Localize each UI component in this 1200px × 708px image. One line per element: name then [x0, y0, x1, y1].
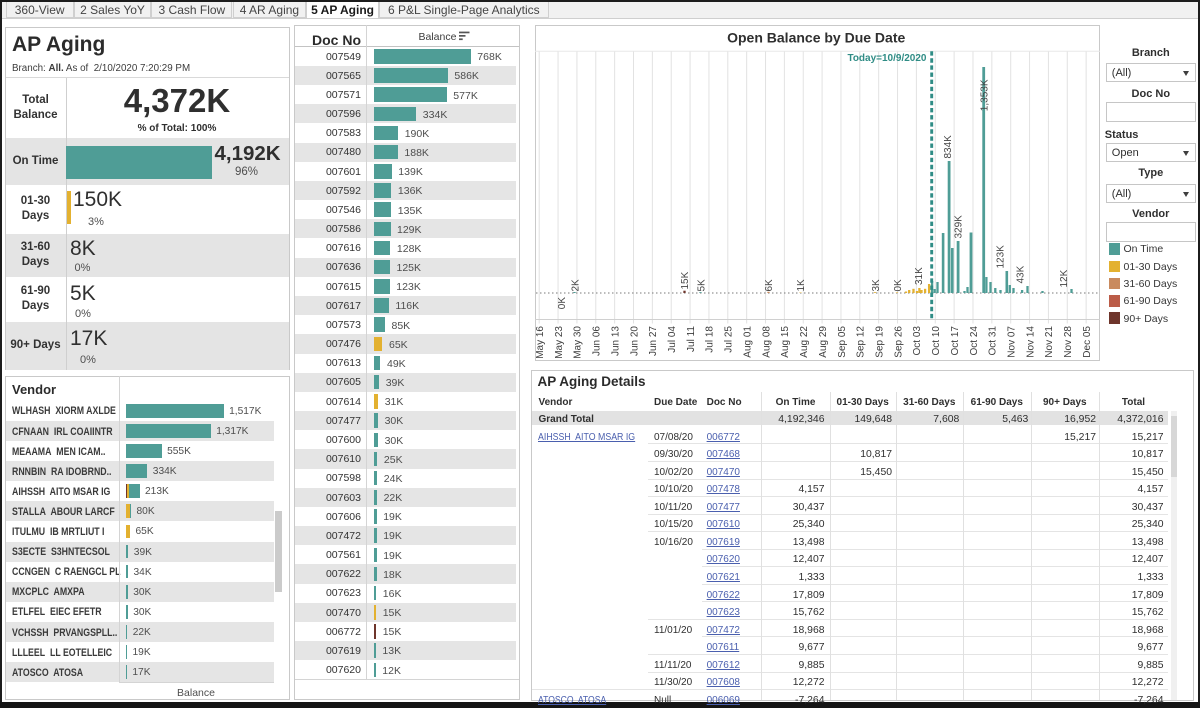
svg-text:43K: 43K [1015, 265, 1026, 283]
svg-text:May 16: May 16 [535, 325, 546, 358]
svg-text:1,353K: 1,353K [979, 79, 990, 111]
svg-text:31K: 31K [913, 266, 924, 284]
svg-text:Jun 20: Jun 20 [629, 325, 640, 355]
svg-text:Aug 29: Aug 29 [817, 325, 828, 357]
svg-text:Nov 21: Nov 21 [1044, 325, 1055, 357]
svg-text:Nov 28: Nov 28 [1063, 325, 1074, 357]
svg-text:15K: 15K [679, 271, 690, 289]
svg-text:Jul 25: Jul 25 [723, 325, 734, 352]
svg-text:Jun 13: Jun 13 [610, 325, 621, 355]
svg-text:Oct 03: Oct 03 [912, 325, 923, 355]
svg-text:5K: 5K [696, 278, 707, 291]
svg-text:Nov 07: Nov 07 [1006, 325, 1017, 357]
svg-text:Sep 26: Sep 26 [893, 325, 904, 357]
svg-text:Dec 05: Dec 05 [1081, 325, 1092, 357]
svg-text:3K: 3K [870, 278, 881, 291]
svg-text:Aug 08: Aug 08 [761, 325, 772, 357]
svg-text:Sep 05: Sep 05 [836, 325, 847, 357]
svg-text:2K: 2K [570, 278, 581, 291]
svg-text:Aug 01: Aug 01 [742, 325, 753, 357]
svg-text:Aug 15: Aug 15 [780, 325, 791, 357]
svg-text:123K: 123K [995, 244, 1006, 268]
svg-text:0K: 0K [556, 296, 567, 309]
svg-text:834K: 834K [943, 134, 954, 158]
svg-text:May 23: May 23 [553, 325, 564, 358]
svg-text:Jul 04: Jul 04 [667, 325, 678, 352]
svg-text:Oct 24: Oct 24 [968, 325, 979, 355]
svg-text:Oct 31: Oct 31 [987, 325, 998, 355]
svg-text:Oct 10: Oct 10 [931, 325, 942, 355]
svg-text:6K: 6K [763, 278, 774, 291]
svg-text:12K: 12K [1059, 269, 1070, 287]
svg-text:Jun 27: Jun 27 [648, 325, 659, 355]
svg-text:Today=10/9/2020: Today=10/9/2020 [847, 52, 926, 63]
svg-text:329K: 329K [953, 214, 964, 238]
svg-text:Jul 18: Jul 18 [704, 325, 715, 352]
svg-text:May 30: May 30 [572, 325, 583, 358]
svg-text:Jun 06: Jun 06 [591, 325, 602, 355]
svg-text:1K: 1K [795, 278, 806, 291]
svg-text:Sep 19: Sep 19 [874, 325, 885, 357]
svg-text:Oct 17: Oct 17 [949, 325, 960, 355]
svg-text:Open Balance by Due Date: Open Balance by Due Date [727, 29, 905, 45]
svg-text:0K: 0K [892, 278, 903, 291]
svg-text:Jul 11: Jul 11 [685, 325, 696, 351]
svg-text:Nov 14: Nov 14 [1025, 325, 1036, 357]
svg-text:Sep 12: Sep 12 [855, 325, 866, 357]
svg-text:Aug 22: Aug 22 [799, 325, 810, 357]
